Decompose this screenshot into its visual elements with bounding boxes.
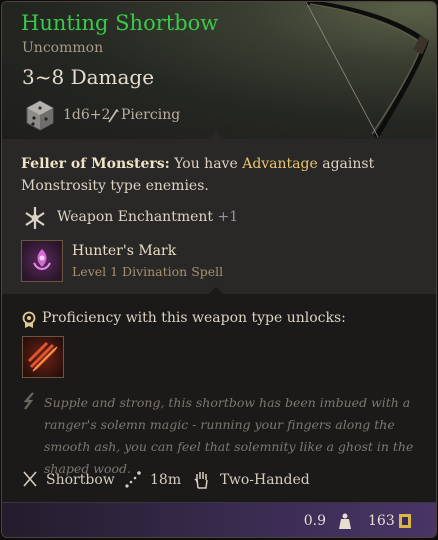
advantage-keyword[interactable]: Advantage (242, 156, 318, 172)
spell-level: Level 1 Divination Spell (72, 264, 224, 279)
weapon-enchantment-value: +1 (217, 209, 239, 225)
proficiency-label: Proficiency with this weapon type unlock… (42, 310, 346, 326)
crossed-weapons-icon (23, 471, 37, 487)
description-quill-icon (23, 392, 34, 410)
shortbow-illustration (305, 2, 429, 137)
property-range: 18m (150, 472, 182, 488)
weapon-enchantment-row: Weapon Enchantment +1 (57, 209, 238, 225)
item-name: Hunting Shortbow (21, 11, 219, 35)
hunters-mark-spell-icon[interactable] (21, 240, 63, 282)
spell-name: Hunter's Mark (72, 243, 177, 259)
passive-name: Feller of Monsters: (21, 156, 170, 172)
weapon-enchantment-label: Weapon Enchantment (57, 209, 214, 225)
weight-icon (339, 513, 351, 529)
damage-type: Piercing (121, 107, 181, 123)
property-handedness: Two-Handed (220, 472, 310, 488)
passive-text-before: You have (174, 156, 238, 172)
tooltip-header: Hunting Shortbow Uncommon 3~8 Damage 1d6… (2, 2, 436, 139)
proficiency-icon (22, 311, 36, 328)
item-weight: 0.9 (303, 513, 326, 529)
item-rarity: Uncommon (22, 40, 104, 56)
item-price: 163 (368, 513, 395, 529)
proficiency-action-icon[interactable] (22, 336, 64, 378)
piercing-icon (108, 109, 119, 123)
hand-icon (194, 472, 208, 489)
weapon-enchantment-icon (25, 207, 45, 229)
range-icon (125, 471, 141, 488)
gold-coin-icon (399, 514, 411, 528)
item-description: Supple and strong, this shortbow has bee… (44, 395, 414, 476)
property-weapon-type: Shortbow (46, 472, 115, 488)
damage-range: 3~8 Damage (22, 65, 155, 89)
d6-die-icon (26, 100, 54, 131)
item-tooltip: Hunting Shortbow Uncommon 3~8 Damage 1d6… (1, 1, 437, 538)
passive-description: Feller of Monsters: You have Advantage a… (21, 153, 401, 197)
damage-dice: 1d6+2 (63, 107, 111, 123)
